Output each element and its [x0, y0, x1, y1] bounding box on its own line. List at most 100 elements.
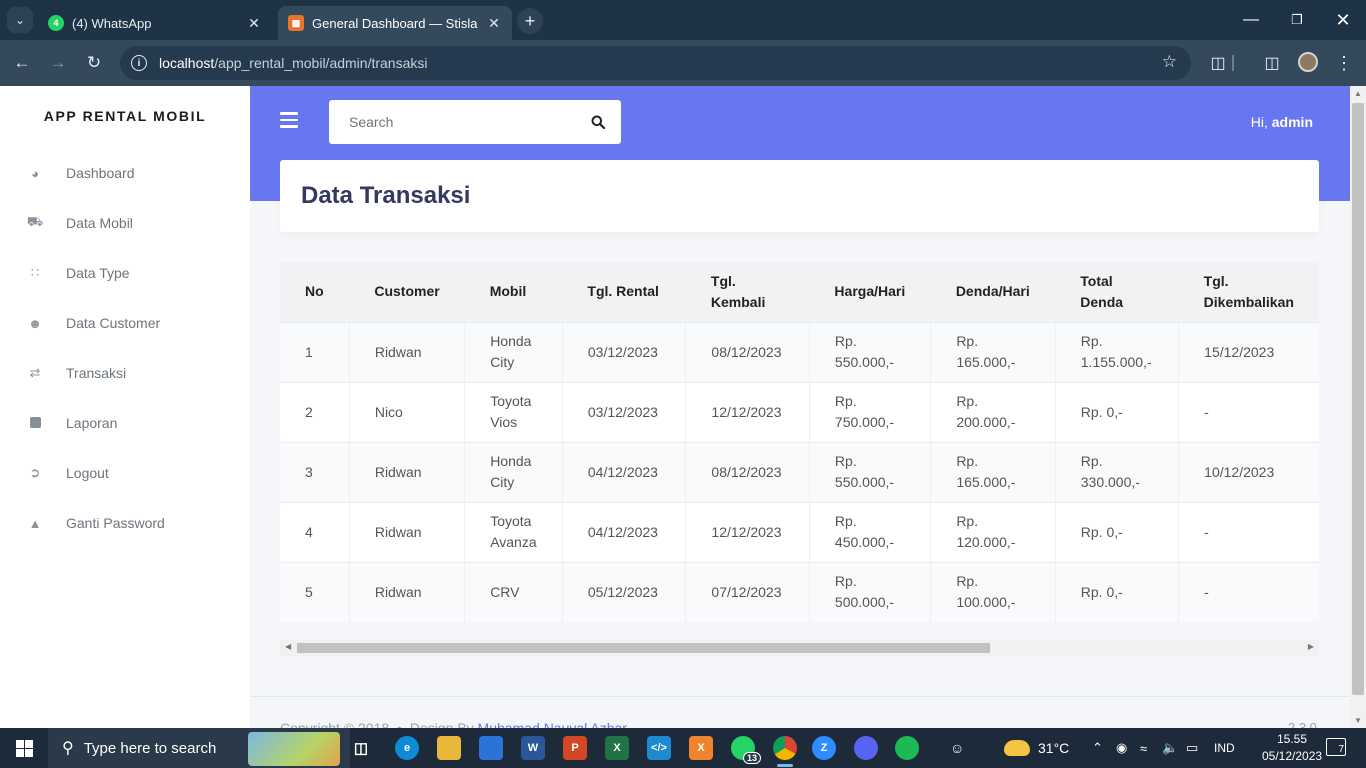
sidebar-item-label: Ganti Password — [66, 515, 165, 531]
table-cell: 15/12/2023 — [1178, 321, 1319, 382]
side-panel-icon[interactable]: ◫ — [1261, 52, 1283, 74]
chrome-menu-icon[interactable]: ⋮ — [1333, 52, 1355, 74]
author-link[interactable]: Muhamad Nauval Azhar — [478, 720, 627, 728]
table-header-row: No Customer Mobil Tgl. Rental Tgl. Kemba… — [280, 262, 1319, 322]
notification-center-icon[interactable]: 7 — [1326, 738, 1346, 756]
transaksi-table: No Customer Mobil Tgl. Rental Tgl. Kemba… — [280, 262, 1319, 622]
bookmark-star-icon[interactable]: ☆ — [1162, 52, 1177, 72]
back-arrow-icon[interactable]: ← — [10, 51, 34, 75]
sidebar-item-data-mobil[interactable]: ⛟ Data Mobil — [0, 203, 250, 243]
table-cell: Rp. 0,- — [1054, 561, 1179, 622]
sidebar-item-laporan[interactable]: Laporan — [0, 403, 250, 443]
excel-icon[interactable]: X — [605, 736, 629, 760]
minimize-button[interactable]: — — [1228, 0, 1274, 40]
table-cell: Rp. 550.000,- — [808, 441, 931, 502]
url-text[interactable]: localhost/app_rental_mobil/admin/transak… — [159, 55, 428, 71]
scroll-up-arrow[interactable]: ▲ — [1354, 89, 1362, 98]
new-tab-button[interactable]: + — [517, 8, 543, 34]
tab-general-dashboard[interactable]: ▩ General Dashboard — Stisla ✕ — [278, 6, 512, 40]
site-info-icon[interactable]: i — [131, 55, 147, 71]
chrome-icon[interactable] — [773, 736, 797, 767]
word-icon[interactable]: W — [521, 736, 545, 760]
windows-start-icon[interactable] — [16, 740, 33, 757]
file-explorer-icon[interactable] — [437, 736, 461, 760]
table-cell: Honda City — [464, 321, 563, 382]
table-cell: 03/12/2023 — [561, 321, 686, 382]
battery-icon[interactable]: ▭ — [1186, 728, 1198, 768]
table-cell: Ridwan — [348, 561, 465, 622]
tab-search-button[interactable]: ⌄ — [7, 7, 33, 33]
edge-icon[interactable]: e — [395, 736, 419, 760]
table-cell: 04/12/2023 — [561, 441, 686, 502]
taskbar-search[interactable]: ⚲ Type here to search — [48, 728, 350, 768]
scroll-right-arrow[interactable]: ▶ — [1308, 642, 1314, 651]
scrollbar-thumb[interactable] — [1352, 103, 1364, 695]
column-header: Total Denda — [1055, 262, 1179, 322]
whatsapp-badge: 13 — [742, 752, 761, 764]
sidebar-item-label: Data Type — [66, 265, 130, 281]
vertical-scrollbar[interactable]: ▲ ▼ — [1350, 86, 1366, 728]
scroll-left-arrow[interactable]: ◀ — [285, 642, 291, 651]
search-icon: ⚲ — [62, 740, 74, 757]
page-title: Data Transaksi — [301, 182, 471, 209]
volume-icon[interactable]: 🔈 — [1162, 728, 1178, 768]
whatsapp-taskbar-icon[interactable]: 13 — [731, 736, 761, 764]
sidebar-brand[interactable]: APP RENTAL MOBIL — [0, 108, 250, 124]
table-cell: Rp. 120.000,- — [930, 501, 1056, 562]
tab-title: General Dashboard — Stisla — [312, 15, 478, 31]
tab-whatsapp[interactable]: 4 (4) WhatsApp ✕ — [38, 6, 272, 40]
profile-avatar[interactable] — [1298, 52, 1318, 72]
sidebar-item-data-customer[interactable]: ☻ Data Customer — [0, 303, 250, 343]
extensions-icon[interactable]: ◫ — [1207, 52, 1229, 74]
taskbar-search-placeholder: Type here to search — [83, 739, 217, 757]
sidebar-item-ganti-password[interactable]: ▲ Ganti Password — [0, 503, 250, 543]
powerpoint-icon[interactable]: P — [563, 736, 587, 760]
wifi-icon[interactable]: ≈ — [1140, 728, 1147, 768]
record-icon[interactable]: ◉ — [1116, 728, 1127, 768]
table-cell: 08/12/2023 — [685, 441, 810, 502]
reload-icon[interactable]: ↻ — [82, 51, 106, 75]
column-header: Harga/Hari — [809, 262, 931, 322]
address-bar-row: ← → ↻ i localhost/app_rental_mobil/admin… — [0, 40, 1366, 86]
table-cell: Toyota Vios — [464, 381, 563, 442]
close-window-button[interactable]: ✕ — [1320, 0, 1366, 40]
toolbar-divider — [1232, 55, 1234, 71]
weather-widget[interactable]: 31°C — [1004, 728, 1069, 768]
search-input[interactable] — [329, 102, 575, 142]
people-icon[interactable]: ☺ — [950, 728, 964, 768]
sidebar-item-dashboard[interactable]: ◕ Dashboard — [0, 153, 250, 193]
language-indicator[interactable]: IND — [1214, 728, 1235, 768]
microsoft-store-icon[interactable] — [479, 736, 503, 760]
scrollbar-thumb[interactable] — [297, 643, 990, 653]
horizontal-scrollbar[interactable]: ◀ ▶ — [280, 640, 1319, 656]
sidebar-item-data-type[interactable]: ∷ Data Type — [0, 253, 250, 293]
column-header: Tgl. Rental — [562, 262, 686, 322]
search-button[interactable] — [575, 100, 621, 144]
weather-temp: 31°C — [1038, 740, 1070, 756]
sidebar-item-transaksi[interactable]: ⇄ Transaksi — [0, 353, 250, 393]
omnibox[interactable]: i localhost/app_rental_mobil/admin/trans… — [120, 46, 1191, 80]
table-cell: 1 — [280, 321, 350, 382]
close-tab-icon[interactable]: ✕ — [246, 15, 262, 32]
hamburger-menu-icon[interactable] — [280, 112, 298, 128]
restore-button[interactable]: ❐ — [1274, 0, 1320, 40]
vscode-icon[interactable]: </> — [647, 736, 671, 760]
search-icon — [591, 115, 605, 129]
discord-icon[interactable] — [854, 736, 878, 760]
task-view-icon[interactable]: ◫ — [349, 736, 373, 760]
show-hidden-icons-chevron-icon[interactable]: ⌃ — [1092, 728, 1103, 768]
clock[interactable]: 15.55 05/12/2023 — [1262, 731, 1322, 765]
scroll-down-arrow[interactable]: ▼ — [1354, 716, 1362, 725]
sidebar-item-logout[interactable]: ➲ Logout — [0, 453, 250, 493]
xampp-icon[interactable]: X — [689, 736, 713, 760]
windows-taskbar: ⚲ Type here to search ◫ e W P X </> X 13… — [0, 728, 1366, 768]
tab-title: (4) WhatsApp — [72, 15, 152, 31]
forward-arrow-icon[interactable]: → — [46, 51, 70, 75]
close-tab-icon[interactable]: ✕ — [486, 15, 502, 32]
table-cell: 12/12/2023 — [685, 501, 810, 562]
user-greeting[interactable]: Hi, admin — [1200, 114, 1313, 130]
spotify-icon[interactable] — [895, 736, 919, 760]
stisla-icon: ▩ — [288, 15, 304, 31]
table-cell: Rp. 200.000,- — [930, 381, 1056, 442]
zoom-icon[interactable]: Z — [812, 736, 836, 760]
